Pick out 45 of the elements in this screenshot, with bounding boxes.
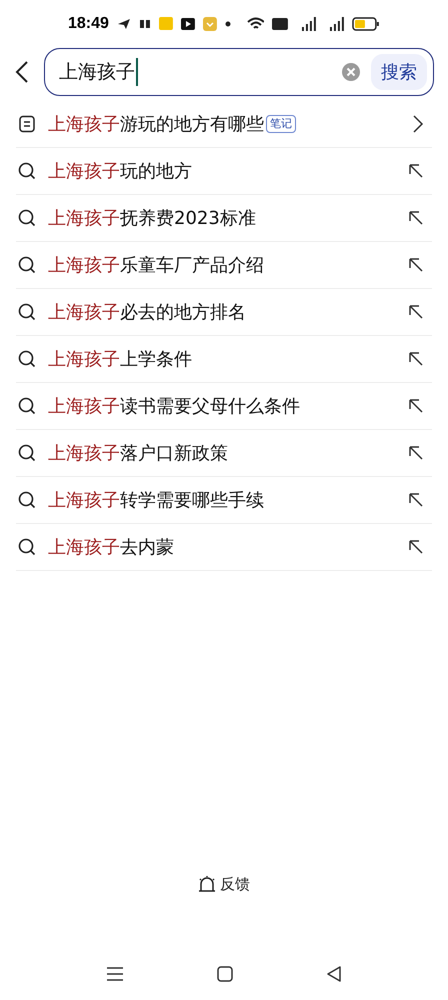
battery-icon [352,16,380,30]
wifi-icon [246,16,264,30]
suggestion-text[interactable]: 上海孩子必去的地方排名 [48,298,246,326]
search-icon [18,397,36,415]
suggestion-text[interactable]: 上海孩子玩的地方 [48,158,192,184]
suggestion-text[interactable]: 上海孩子上学条件 [48,346,192,372]
home-icon[interactable] [216,966,233,982]
menu-icon[interactable] [106,966,124,982]
search-icon [18,303,36,321]
suggestion-text[interactable]: 上海孩子转学需要哪些手续 [48,486,264,514]
note-tag: 笔记 [266,115,296,133]
fill-arrow-icon[interactable] [408,398,424,414]
chevron-right-icon[interactable] [412,115,424,133]
feedback-icon[interactable] [198,875,216,893]
suggestion-text[interactable]: 上海孩子读书需要父母什么条件 [48,392,300,420]
suggestion-text[interactable]: 上海孩子落户口新政策 [48,440,228,466]
fill-arrow-icon[interactable] [408,304,424,320]
feedback-link[interactable]: 反馈 [220,872,250,896]
search-icon [18,162,36,180]
search-icon [18,444,36,462]
suggestion-text[interactable]: 上海孩子游玩的地方有哪些 [48,110,264,138]
fill-arrow-icon[interactable] [408,163,424,179]
fill-arrow-icon[interactable] [408,257,424,273]
video-icon [180,18,195,30]
suggestion-text[interactable]: 上海孩子去内蒙 [48,534,174,560]
send-icon [116,18,131,30]
dot-icon [224,20,231,26]
fill-arrow-icon[interactable] [408,445,424,461]
back-icon[interactable] [326,966,342,982]
fill-arrow-icon[interactable] [408,210,424,226]
fill-arrow-icon[interactable] [408,492,424,508]
clear-icon[interactable] [341,62,361,82]
fill-arrow-icon[interactable] [408,539,424,555]
search-button[interactable]: 搜索 [371,54,427,90]
search-icon [18,350,36,368]
fill-arrow-icon[interactable] [408,351,424,367]
search-icon [18,256,36,274]
search-icon [18,538,36,556]
search-icon [18,209,36,227]
suggestion-text[interactable]: 上海孩子抚养费2023标准 [48,204,256,232]
suggestion-text[interactable]: 上海孩子乐童车厂产品介绍 [48,252,264,278]
search-icon [18,491,36,509]
status-time: 18:49 [68,14,109,34]
search-field[interactable]: 上海孩子 搜索 [44,48,434,96]
document-icon [18,115,36,133]
